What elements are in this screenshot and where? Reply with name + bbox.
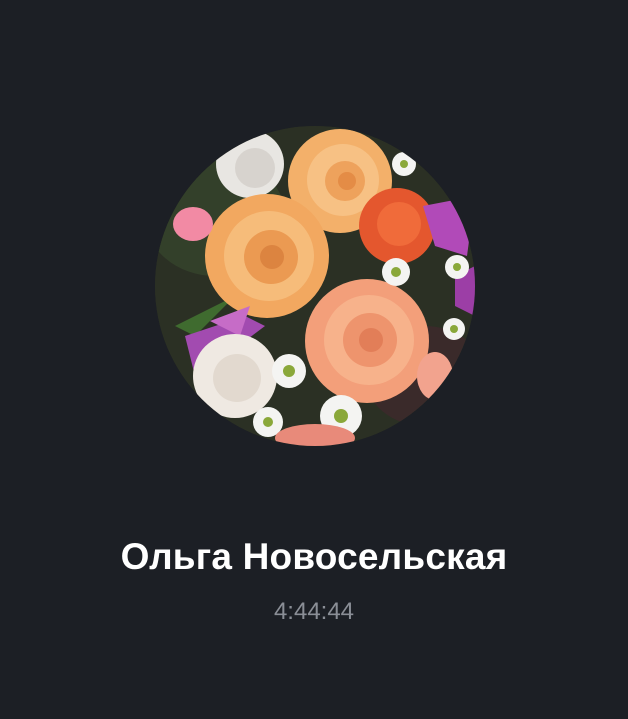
caller-avatar — [155, 126, 475, 446]
flower-bouquet-photo — [155, 126, 475, 446]
call-duration-timer: 4:44:44 — [273, 598, 355, 625]
call-screen: Ольга Новосельская 4:44:44 — [0, 0, 628, 719]
caller-name: Ольга Новосельская — [120, 536, 508, 577]
